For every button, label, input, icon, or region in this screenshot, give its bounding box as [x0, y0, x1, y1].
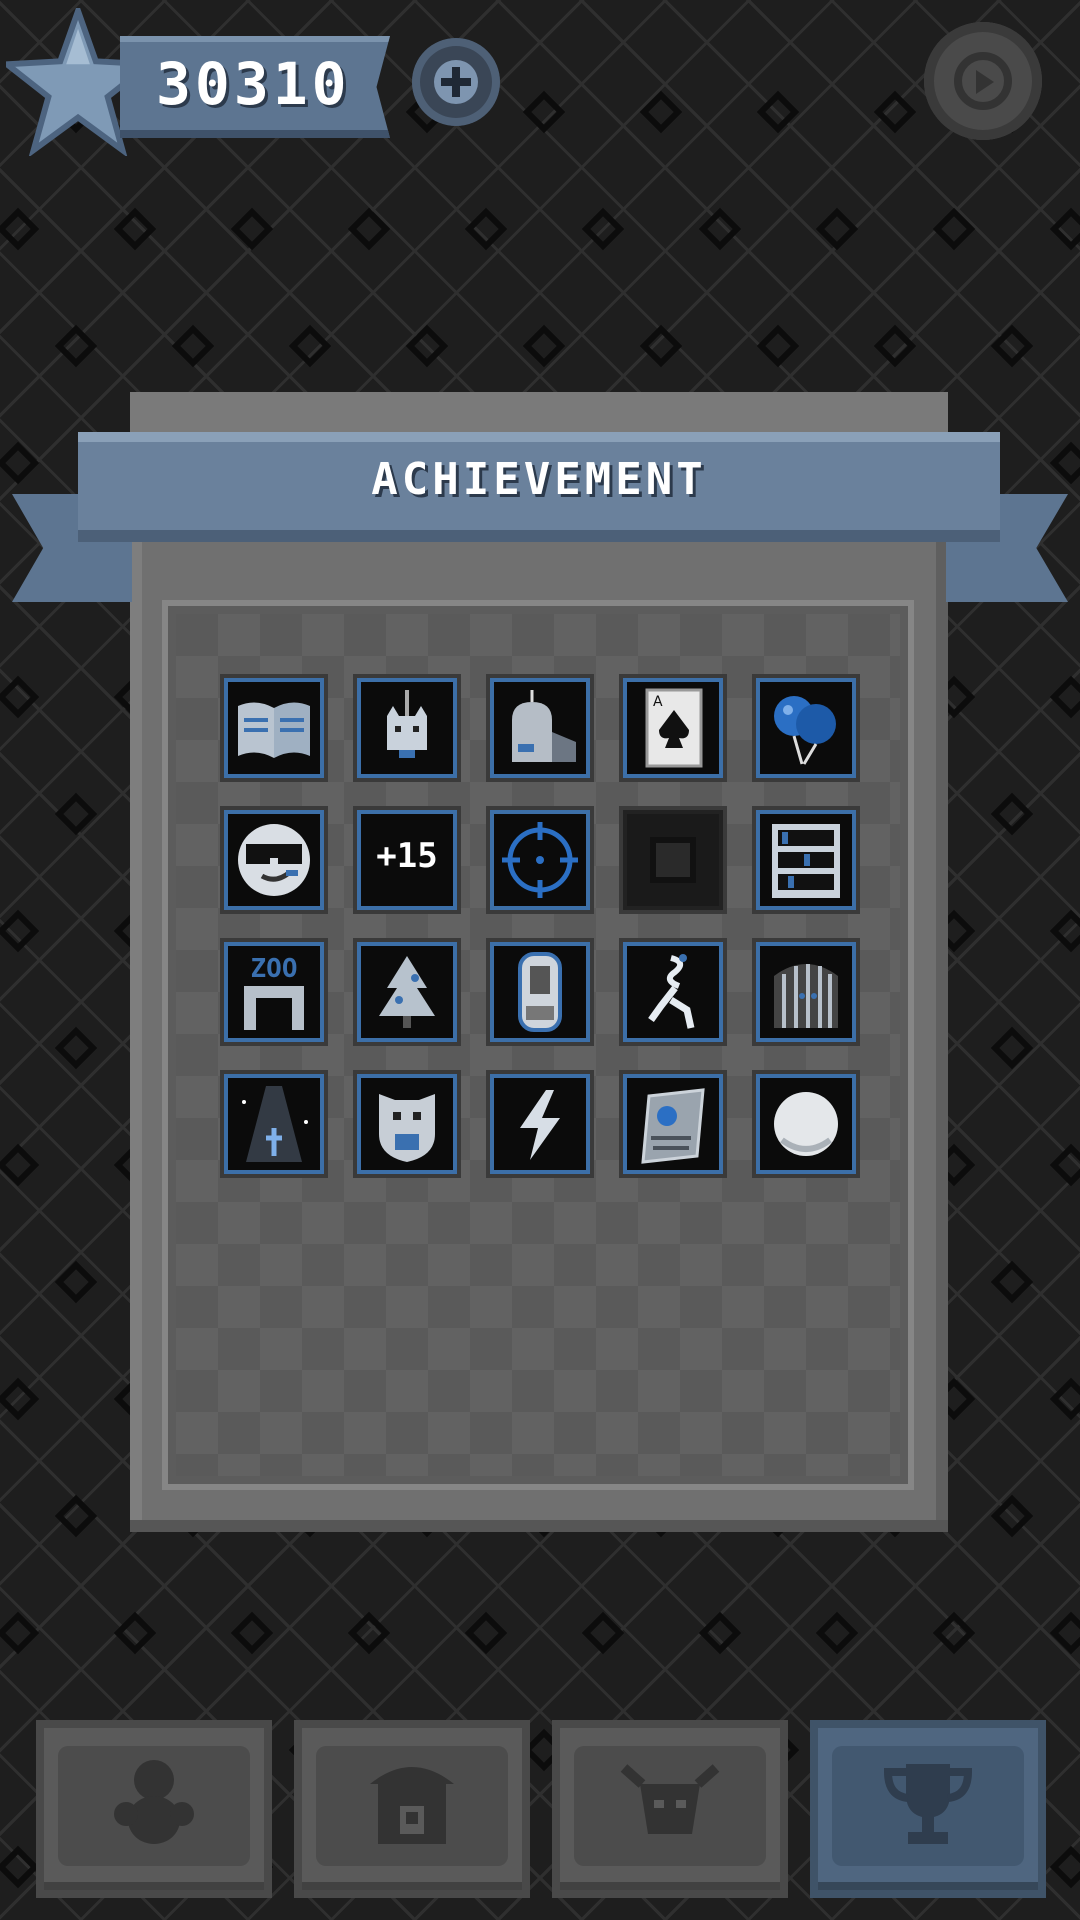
pause-icon — [954, 52, 1012, 110]
tab-shop[interactable] — [294, 1720, 530, 1898]
open-book-icon — [238, 702, 310, 758]
tab-character[interactable] — [36, 1720, 272, 1898]
achievement-tile[interactable] — [486, 806, 594, 914]
gate-arch-icon — [244, 986, 304, 1030]
achievement-tile[interactable] — [752, 1070, 860, 1178]
tab-trophy[interactable] — [810, 1720, 1046, 1898]
achievement-tile[interactable]: +15 — [353, 806, 461, 914]
light-beam-icon — [242, 1086, 308, 1162]
cage-icon — [774, 964, 838, 1028]
ace-of-spades-icon: A — [645, 688, 703, 768]
pause-button[interactable] — [924, 22, 1042, 140]
title-ribbon: ACHIEVEMENT — [78, 432, 1000, 542]
panel-top-edge — [130, 392, 948, 436]
trophy-icon — [883, 1764, 973, 1844]
white-orb-icon — [774, 1092, 838, 1156]
tombstone-icon — [512, 690, 576, 762]
achievement-tile[interactable] — [752, 674, 860, 782]
christmas-tree-icon — [379, 956, 435, 1028]
achievement-tile[interactable] — [220, 1070, 328, 1178]
locked-square-icon — [650, 837, 696, 883]
achievement-tile[interactable] — [752, 938, 860, 1046]
achievement-tile[interactable] — [353, 1070, 461, 1178]
score-banner: 30310 — [120, 36, 390, 138]
map-scroll-icon — [641, 1088, 705, 1164]
achievement-tile[interactable]: A — [619, 674, 727, 782]
plus-icon — [434, 60, 478, 104]
shield-cat-icon — [379, 1094, 435, 1162]
score-value: 30310 — [156, 50, 351, 118]
lightning-icon — [520, 1090, 560, 1160]
svg-text:A: A — [653, 694, 663, 710]
achievement-tile[interactable] — [353, 674, 461, 782]
bookshelf-icon — [772, 824, 840, 898]
shop-icon — [370, 1767, 454, 1844]
tab-bull-head[interactable] — [552, 1720, 788, 1898]
bull-head-icon — [620, 1764, 720, 1834]
achievement-tile[interactable] — [220, 806, 328, 914]
achievement-tile[interactable] — [353, 938, 461, 1046]
plus-fifteen-icon: +15 — [376, 836, 438, 876]
achievement-tile[interactable] — [486, 674, 594, 782]
achievement-tile[interactable] — [486, 938, 594, 1046]
achievement-tile[interactable] — [752, 806, 860, 914]
panel-title: ACHIEVEMENT — [371, 454, 707, 505]
character-icon — [114, 1760, 194, 1844]
cool-face-icon — [238, 824, 310, 896]
achievement-tile[interactable]: ZOO — [220, 938, 328, 1046]
achievement-tile[interactable] — [486, 1070, 594, 1178]
runner-icon — [648, 954, 695, 1029]
balloon-icon — [774, 696, 836, 765]
achievement-tile[interactable] — [619, 1070, 727, 1178]
achievement-tile[interactable] — [619, 806, 727, 914]
capsule-icon — [518, 952, 562, 1032]
achievement-tile[interactable] — [619, 938, 727, 1046]
crosshair-icon — [502, 822, 578, 898]
add-currency-button[interactable] — [412, 38, 500, 126]
achievement-tile[interactable] — [220, 674, 328, 782]
hanging-cat-icon — [387, 690, 427, 758]
